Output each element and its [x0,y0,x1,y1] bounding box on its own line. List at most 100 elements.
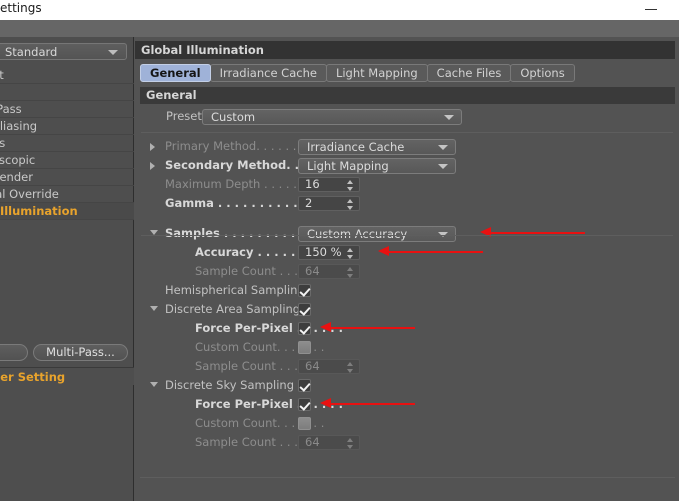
force-per-pixel-sky-checkbox[interactable] [298,398,311,411]
secondary-method-value: Light Mapping [307,159,389,173]
row-force-per-pixel-area: Force Per-Pixel . . . . . . [135,319,679,338]
row-discrete-area-sampling: Discrete Area Sampling [135,300,679,319]
row-label: Maximum Depth . . . . . . [165,177,305,191]
row-sample-count-3: Sample Count . . . . . . . 64 [135,433,679,452]
sidebar-item-1[interactable] [0,84,134,101]
section-header: General [140,87,675,104]
secondary-method-dropdown[interactable]: Light Mapping [298,158,456,174]
triangle-right-icon[interactable] [150,143,155,151]
row-custom-count-sky: Custom Count. . . . . . . [135,414,679,433]
primary-method-value: Irradiance Cache [307,140,405,154]
preset-dropdown[interactable]: Custom [202,109,462,125]
sidebar-item-label: ns [0,136,6,150]
sample-count-3-value: 64 [305,435,320,449]
sidebar-item-0[interactable]: ut [0,67,134,84]
row-secondary-method: Secondary Method. . . . Light Mapping [135,156,679,175]
divider [141,132,673,133]
sidebar-item-3[interactable]: Aliasing [0,118,134,135]
sidebar-item-label: Aliasing [0,119,38,133]
spinner-arrows-icon[interactable] [347,199,354,210]
row-primary-method: Primary Method. . . . . . . Irradiance Ca… [135,137,679,156]
sidebar-item-5[interactable]: oscopic [0,152,134,169]
sidebar: Standard ut -Pass Aliasing ns oscopic Render i… [0,37,134,501]
row-sample-count-2: Sample Count . . . . . . . 64 [135,357,679,376]
row-custom-count-area: Custom Count. . . . . . . [135,338,679,357]
sample-count-1-field[interactable]: 64 [298,264,360,279]
sidebar-nav-list: ut -Pass Aliasing ns oscopic Render ial Overri… [0,67,134,220]
panel-header: Global Illumination [135,41,675,59]
spinner-arrows-icon[interactable] [347,248,354,259]
annotation-arrow-force-per-pixel-sky [320,398,415,409]
row-samples: Samples . . . . . . . . . . . . Custom Ac… [135,224,679,243]
triangle-right-icon[interactable] [150,162,155,170]
row-gamma: Gamma . . . . . . . . . . . . .2 [135,194,679,213]
multi-pass-button[interactable]: Multi-Pass... [33,344,128,361]
annotation-arrow-force-per-pixel-area [320,322,415,333]
row-accuracy: Accuracy . . . . . . . . . . 150 % [135,243,679,262]
custom-count-area-checkbox[interactable] [298,341,311,354]
panel-footer [140,477,675,501]
discrete-sky-sampling-checkbox[interactable] [298,379,311,392]
sidebar-item-8[interactable]: l Illumination [0,203,134,220]
tab-options[interactable]: Options [510,64,575,82]
row-hemispherical-sampling: Hemispherical Sampling [135,281,679,300]
sidebar-item-6[interactable]: Render [0,169,134,186]
force-per-pixel-area-checkbox[interactable] [298,322,311,335]
sidebar-item-2[interactable]: -Pass [0,101,134,118]
gamma-value: 2 [305,196,313,210]
row-label: Discrete Area Sampling [165,302,301,316]
effect-button[interactable] [0,344,28,361]
gamma-field[interactable]: 2 [298,196,360,211]
accuracy-field[interactable]: 150 % [298,245,360,260]
sidebar-item-7[interactable]: ial Override [0,186,134,203]
chevron-down-icon [438,164,448,169]
tab-general[interactable]: General [140,64,211,82]
spinner-arrows-icon[interactable] [347,362,354,373]
maximum-depth-field[interactable]: 16 [298,177,360,192]
preset-row-label: Preset [166,109,202,123]
primary-method-dropdown[interactable]: Irradiance Cache [298,139,456,155]
sidebar-item-label: ut [0,68,4,82]
renderer-dropdown-value: Standard [5,45,58,59]
tab-bar: General Irradiance Cache Light Mapping Cach… [140,64,575,82]
triangle-down-icon[interactable] [150,306,158,311]
panel-title: Global Illumination [141,43,264,57]
custom-count-sky-checkbox[interactable] [298,417,311,430]
row-label: Hemispherical Sampling [165,283,305,297]
samples-dropdown[interactable]: Custom Accuracy [298,226,456,242]
row-label: Secondary Method. . . . [165,158,316,172]
sample-count-2-field[interactable]: 64 [298,359,360,374]
row-discrete-sky-sampling: Discrete Sky Sampling . [135,376,679,395]
row-maximum-depth: Maximum Depth . . . . . . 16 [135,175,679,194]
row-force-per-pixel-sky: Force Per-Pixel . . . . . . [135,395,679,414]
discrete-area-sampling-checkbox[interactable] [298,303,311,316]
spinner-arrows-icon[interactable] [347,438,354,449]
sidebar-item-label: -Pass [0,102,22,116]
sample-count-3-field[interactable]: 64 [298,435,360,450]
sample-count-2-value: 64 [305,359,320,373]
row-label: Discrete Sky Sampling . [165,378,302,392]
accuracy-value: 150 % [305,245,342,259]
tab-irradiance-cache[interactable]: Irradiance Cache [209,64,327,82]
triangle-down-icon[interactable] [150,382,158,387]
renderer-dropdown[interactable]: Standard [0,43,127,60]
render-setting-entry[interactable]: der Setting [0,367,134,385]
window-title: ettings [0,1,42,15]
section-title: General [146,88,197,102]
chevron-down-icon [108,50,118,55]
spinner-arrows-icon[interactable] [347,267,354,278]
render-settings-window: ettings Standard ut -Pass Aliasing ns oscopi… [0,0,679,501]
spinner-arrows-icon[interactable] [347,180,354,191]
minimize-button[interactable] [641,1,661,15]
sample-count-1-value: 64 [305,264,320,278]
sidebar-item-label: ial Override [0,187,59,201]
tab-light-mapping[interactable]: Light Mapping [325,64,428,82]
chevron-down-icon [444,115,454,120]
sidebar-item-4[interactable]: ns [0,135,134,152]
maximum-depth-value: 16 [305,177,320,191]
hemispherical-sampling-checkbox[interactable] [298,284,311,297]
annotation-arrow-samples [480,227,585,238]
row-sample-count-1: Sample Count . . . . . . . 64 [135,262,679,281]
annotation-arrow-accuracy [378,246,483,257]
tab-cache-files[interactable]: Cache Files [426,64,512,82]
